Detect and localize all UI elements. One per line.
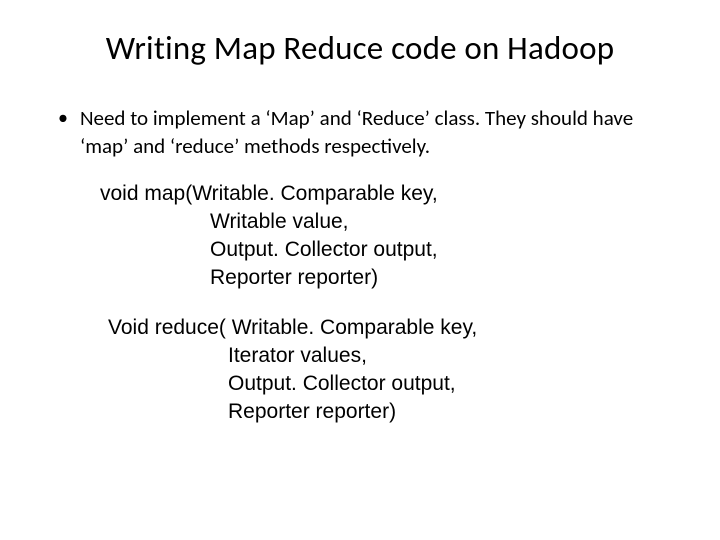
bullet-dot-icon: • — [58, 104, 68, 132]
reduce-signature: Void reduce( Writable. Comparable key, I… — [108, 314, 680, 426]
code-line: Void reduce( Writable. Comparable key, — [108, 314, 680, 342]
slide-title: Writing Map Reduce code on Hadoop — [40, 28, 680, 68]
code-line: Writable value, — [210, 208, 680, 236]
map-signature: void map(Writable. Comparable key, Writa… — [100, 180, 680, 292]
code-line: Iterator values, — [228, 342, 680, 370]
bullet-item: • Need to implement a ‘Map’ and ‘Reduce’… — [58, 104, 680, 160]
code-line: void map(Writable. Comparable key, — [100, 180, 680, 208]
slide: Writing Map Reduce code on Hadoop • Need… — [0, 0, 720, 540]
code-line: Output. Collector output, — [210, 236, 680, 264]
code-line: Reporter reporter) — [228, 398, 680, 426]
code-line: Output. Collector output, — [228, 370, 680, 398]
bullet-text: Need to implement a ‘Map’ and ‘Reduce’ c… — [80, 104, 680, 160]
code-line: Reporter reporter) — [210, 264, 680, 292]
